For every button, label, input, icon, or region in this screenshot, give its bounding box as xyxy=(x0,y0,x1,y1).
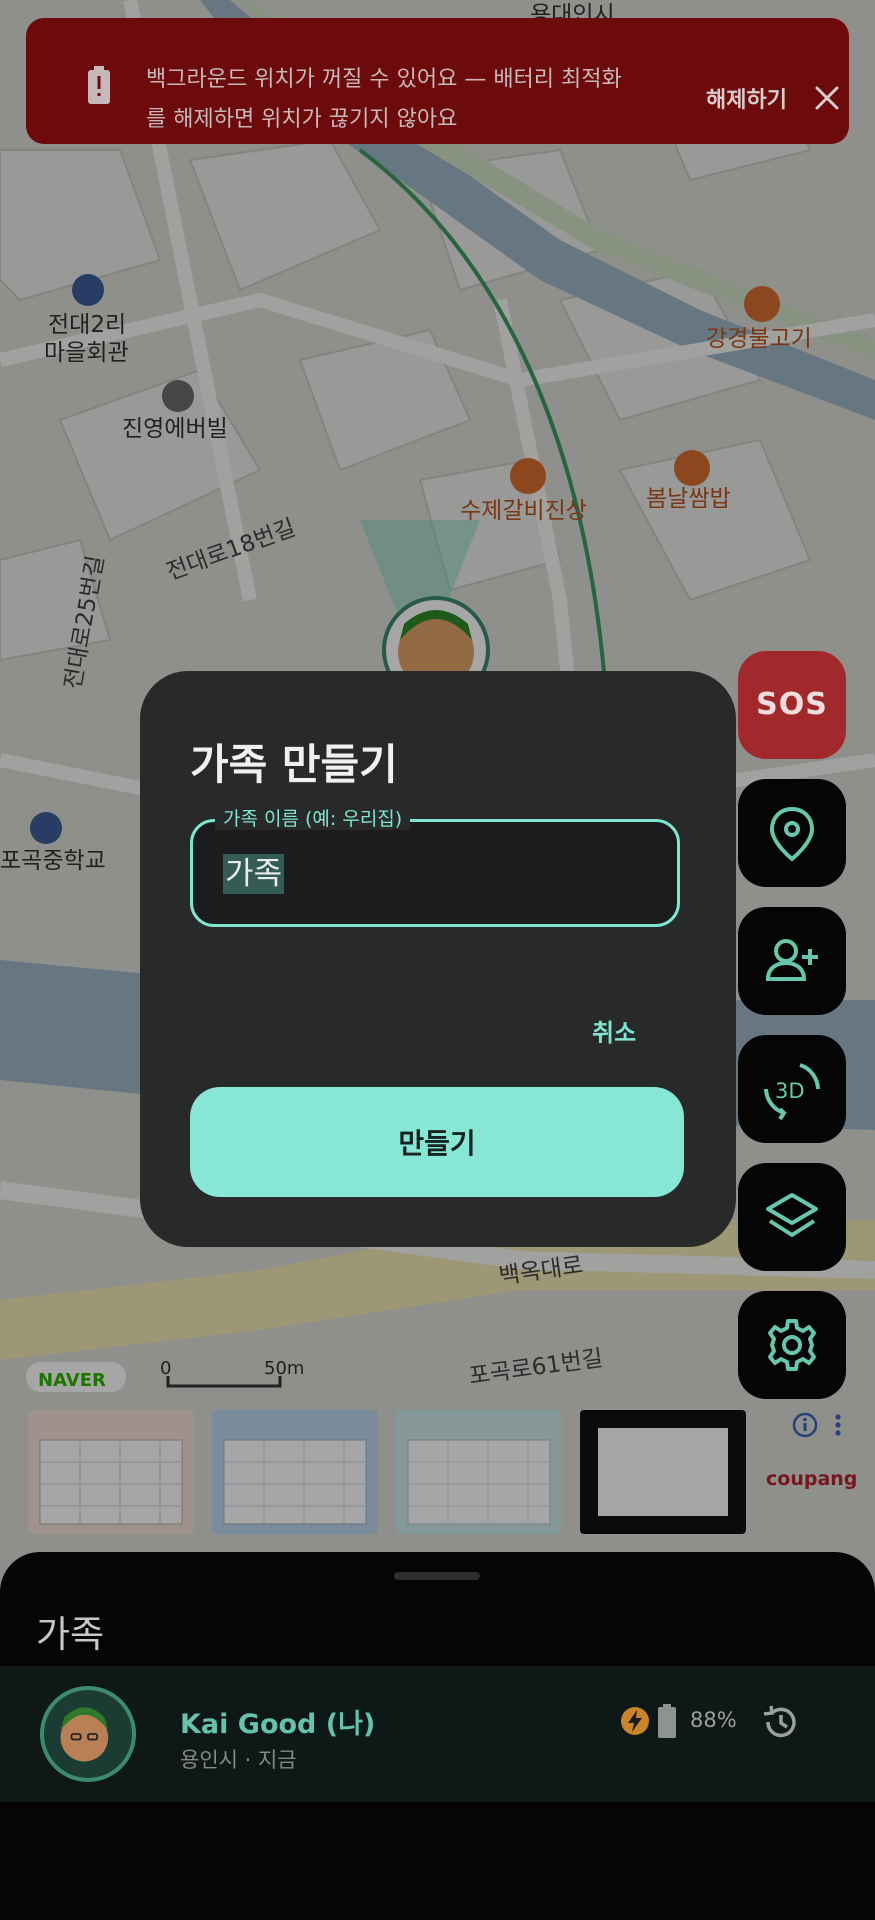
layers-icon xyxy=(766,1193,818,1237)
battery-alert-icon xyxy=(88,66,110,104)
sos-label: SOS xyxy=(756,687,828,722)
battery-icon xyxy=(658,1704,676,1738)
sheet-drag-handle[interactable] xyxy=(394,1572,480,1580)
avatar xyxy=(40,1686,136,1782)
member-row[interactable]: Kai Good (나) 용인시 · 지금 88% xyxy=(0,1666,875,1802)
add-person-icon xyxy=(765,939,818,981)
family-name-field[interactable]: 가족 이름 (예: 우리집) 가족 xyxy=(190,808,680,927)
family-name-input[interactable]: 가족 xyxy=(223,854,285,894)
sheet-title: 가족 xyxy=(36,1613,105,1656)
battery-optimization-banner: 백그라운드 위치가 꺼질 수 있어요 — 배터리 최적화 를 해제하면 위치가 … xyxy=(26,18,849,144)
3d-label: 3D xyxy=(775,1079,805,1103)
create-family-dialog: 가족 만들기 가족 이름 (예: 우리집) 가족 취소 만들기 xyxy=(140,671,736,1247)
banner-message: 백그라운드 위치가 꺼질 수 있어요 — 배터리 최적화 를 해제하면 위치가 … xyxy=(146,60,686,140)
charging-icon xyxy=(621,1707,649,1735)
banner-message-line: 를 해제하면 위치가 끊기지 않아요 xyxy=(146,107,458,132)
rotate-3d-icon: 3D xyxy=(764,1063,820,1121)
my-location-button[interactable] xyxy=(738,779,846,887)
close-icon[interactable] xyxy=(811,82,843,114)
settings-button[interactable] xyxy=(738,1291,846,1399)
sos-button[interactable]: SOS xyxy=(738,651,846,759)
member-name: Kai Good (나) xyxy=(180,1709,376,1740)
invite-member-button[interactable] xyxy=(738,907,846,1015)
toggle-3d-button[interactable]: 3D xyxy=(738,1035,846,1143)
family-bottom-sheet: 가족 Kai Good (나) 용인시 · 지금 88% xyxy=(0,1552,875,1920)
cancel-button[interactable]: 취소 xyxy=(592,1013,636,1048)
create-button[interactable]: 만들기 xyxy=(190,1087,684,1197)
dialog-title: 가족 만들기 xyxy=(190,740,398,789)
battery-percent: 88% xyxy=(690,1708,737,1732)
gear-icon xyxy=(768,1319,816,1371)
history-icon[interactable] xyxy=(760,1702,800,1742)
banner-message-line: 백그라운드 위치가 꺼질 수 있어요 — 배터리 최적화 xyxy=(146,67,622,92)
member-location-time: 용인시 · 지금 xyxy=(180,1748,297,1772)
release-optimization-button[interactable]: 해제하기 xyxy=(706,82,787,114)
map-layers-button[interactable] xyxy=(738,1163,846,1271)
family-name-field-label: 가족 이름 (예: 우리집) xyxy=(215,808,411,830)
location-pin-icon xyxy=(769,806,815,862)
